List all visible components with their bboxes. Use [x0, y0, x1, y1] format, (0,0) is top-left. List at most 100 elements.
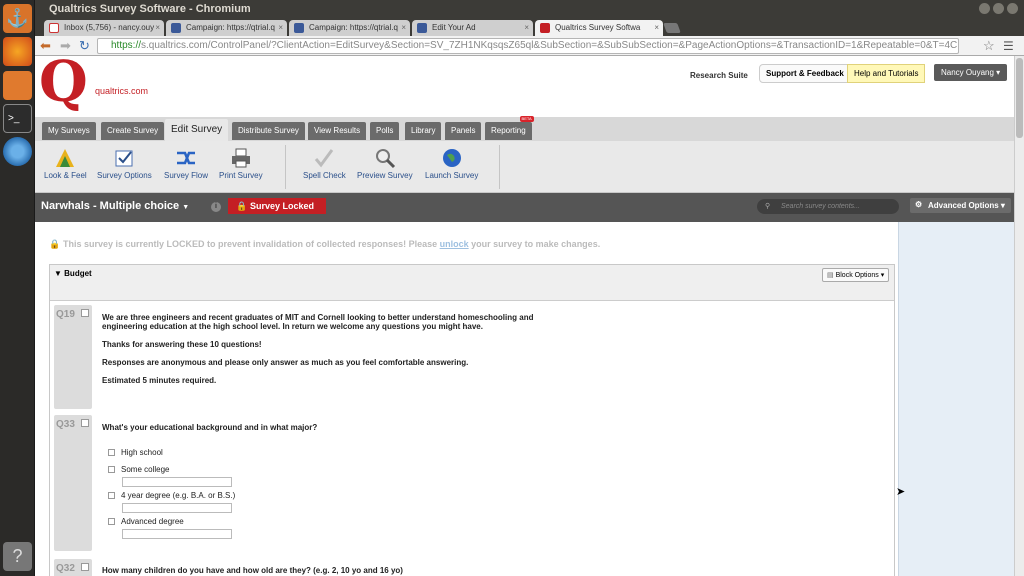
lock-message: 🔒 This survey is currently LOCKED to prev…: [49, 239, 600, 249]
reload-icon[interactable]: ↻: [79, 39, 90, 52]
question-text-q33[interactable]: What's your educational background and i…: [102, 423, 317, 432]
close-icon[interactable]: ×: [524, 20, 529, 36]
firefox-icon[interactable]: [3, 37, 32, 66]
choice-high-school[interactable]: High school: [108, 448, 163, 457]
block-title[interactable]: ▼ Budget: [54, 269, 92, 278]
tab-view-results[interactable]: View Results: [308, 122, 367, 140]
choice-advanced-degree[interactable]: Advanced degree: [108, 517, 184, 526]
question-checkbox[interactable]: [81, 419, 89, 427]
tab-distribute-survey[interactable]: Distribute Survey: [232, 122, 305, 140]
choice-checkbox[interactable]: [108, 449, 115, 456]
chromium-icon[interactable]: [3, 137, 32, 166]
anchor-icon[interactable]: ⚓: [3, 4, 32, 33]
bookmark-star-icon[interactable]: ☆: [983, 38, 995, 54]
survey-flow-button[interactable]: Survey Flow: [164, 147, 208, 180]
facebook-icon: [417, 23, 427, 33]
some-college-text-entry[interactable]: [122, 477, 232, 487]
help-tutorials-button[interactable]: Help and Tutorials: [847, 64, 926, 83]
choice-label: 4 year degree (e.g. B.A. or B.S.): [121, 491, 236, 500]
tab-edit-survey[interactable]: Edit Survey: [165, 119, 229, 142]
choice-some-college[interactable]: Some college: [108, 465, 169, 474]
look-feel-button[interactable]: Look & Feel: [44, 147, 87, 180]
preview-survey-button[interactable]: Preview Survey: [357, 147, 413, 180]
page-scrollbar[interactable]: [1014, 56, 1024, 576]
checkmark-icon: [315, 149, 334, 168]
search-placeholder: Search survey contents...: [781, 203, 860, 210]
browser-tab-campaign-1[interactable]: Campaign: https://qtrial.q ×: [166, 20, 287, 36]
mouse-cursor-icon: ➤: [896, 486, 906, 498]
launch-survey-button[interactable]: Launch Survey: [425, 147, 478, 180]
user-menu-button[interactable]: Nancy Ouyang ▾: [934, 64, 1008, 81]
new-tab-button[interactable]: [663, 23, 681, 33]
scrollbar-thumb[interactable]: [1016, 58, 1023, 138]
tab-reporting[interactable]: Reporting BETA: [485, 116, 534, 140]
window-controls: [976, 3, 1018, 17]
question-number-q33[interactable]: Q33: [54, 415, 92, 551]
browser-tab-qualtrics[interactable]: Qualtrics Survey Softwa ×: [535, 20, 663, 36]
advanced-label: Advanced Options: [928, 201, 999, 210]
info-icon[interactable]: i: [211, 202, 221, 212]
files-icon[interactable]: [3, 71, 32, 100]
tab-panels[interactable]: Panels: [445, 122, 482, 140]
block-options-button[interactable]: ▤ Block Options ▾: [822, 268, 890, 282]
url-field[interactable]: https://s.qualtrics.com/ControlPanel/?Cl…: [97, 38, 959, 54]
tab-library[interactable]: Library: [405, 122, 442, 140]
back-icon[interactable]: ⬅: [40, 39, 51, 52]
q19-line: We are three engineers and recent gradua…: [102, 313, 534, 322]
close-button[interactable]: [1007, 3, 1018, 14]
maximize-button[interactable]: [993, 3, 1004, 14]
close-icon[interactable]: ×: [278, 20, 283, 36]
choice-checkbox[interactable]: [108, 466, 115, 473]
question-number-q32[interactable]: Q32: [54, 559, 92, 576]
close-icon[interactable]: ×: [401, 20, 406, 36]
tool-label: Print Survey: [219, 171, 263, 180]
tab-polls[interactable]: Polls: [370, 122, 400, 140]
survey-name-dropdown[interactable]: Narwhals - Multiple choice ▼: [41, 200, 189, 212]
question-text-q19[interactable]: We are three engineers and recent gradua…: [102, 313, 533, 385]
choice-checkbox[interactable]: [108, 492, 115, 499]
q19-line: Thanks for answering these 10 questions!: [102, 340, 262, 349]
browser-tab-edit-ad[interactable]: Edit Your Ad ×: [412, 20, 533, 36]
palette-icon: [56, 149, 75, 167]
locked-label: Survey Locked: [250, 201, 315, 211]
unlock-link[interactable]: unlock: [440, 239, 469, 249]
question-number-q19[interactable]: Q19: [54, 305, 92, 409]
print-survey-button[interactable]: Print Survey: [219, 147, 263, 180]
lock-icon: 🔒: [49, 239, 61, 249]
question-checkbox[interactable]: [81, 563, 89, 571]
browser-tab-strip: Inbox (5,756) - nancy.ouy × Campaign: htt…: [35, 18, 1024, 36]
question-checkbox[interactable]: [81, 309, 89, 317]
4-year-degree-text-entry[interactable]: [122, 503, 232, 513]
help-icon[interactable]: ?: [3, 542, 32, 571]
qualtrics-q-logo-icon: Q: [39, 56, 88, 115]
gear-icon: ⚙: [915, 200, 923, 209]
search-icon: ⚲: [765, 203, 771, 210]
gmail-icon: [49, 23, 59, 33]
support-feedback-button[interactable]: Support & Feedback: [759, 64, 851, 83]
minimize-button[interactable]: [979, 3, 990, 14]
survey-name: Narwhals - Multiple choice: [41, 200, 180, 212]
menu-icon[interactable]: ☰: [1003, 39, 1014, 53]
spell-check-button[interactable]: Spell Check: [303, 147, 346, 180]
browser-tab-gmail[interactable]: Inbox (5,756) - nancy.ouy ×: [44, 20, 164, 36]
question-number: Q19: [56, 309, 75, 320]
survey-search-input[interactable]: ⚲ Search survey contents...: [757, 199, 899, 214]
printer-icon: [231, 148, 250, 168]
survey-options-button[interactable]: Survey Options: [97, 147, 152, 180]
advanced-degree-text-entry[interactable]: [122, 529, 232, 539]
browser-tab-campaign-2[interactable]: Campaign: https://qtrial.q ×: [289, 20, 410, 36]
choice-4-year-degree[interactable]: 4 year degree (e.g. B.A. or B.S.): [108, 491, 235, 500]
tab-create-survey[interactable]: Create Survey: [101, 122, 165, 140]
choice-checkbox[interactable]: [108, 518, 115, 525]
forward-icon[interactable]: ➡: [60, 39, 71, 52]
terminal-icon[interactable]: >_: [3, 104, 32, 133]
question-text-q32[interactable]: How many children do you have and how ol…: [102, 566, 403, 575]
close-icon[interactable]: ×: [155, 20, 160, 36]
research-suite-label: Research Suite: [690, 71, 748, 80]
close-icon[interactable]: ×: [654, 20, 659, 36]
block-header: ▼ Budget ▤ Block Options ▾: [50, 265, 894, 301]
survey-locked-badge[interactable]: 🔒 Survey Locked: [228, 198, 327, 214]
tab-my-surveys[interactable]: My Surveys: [42, 122, 96, 140]
advanced-options-button[interactable]: ⚙ Advanced Options ▾: [910, 198, 1011, 213]
qualtrics-logo[interactable]: Q qualtrics.com: [39, 56, 149, 116]
